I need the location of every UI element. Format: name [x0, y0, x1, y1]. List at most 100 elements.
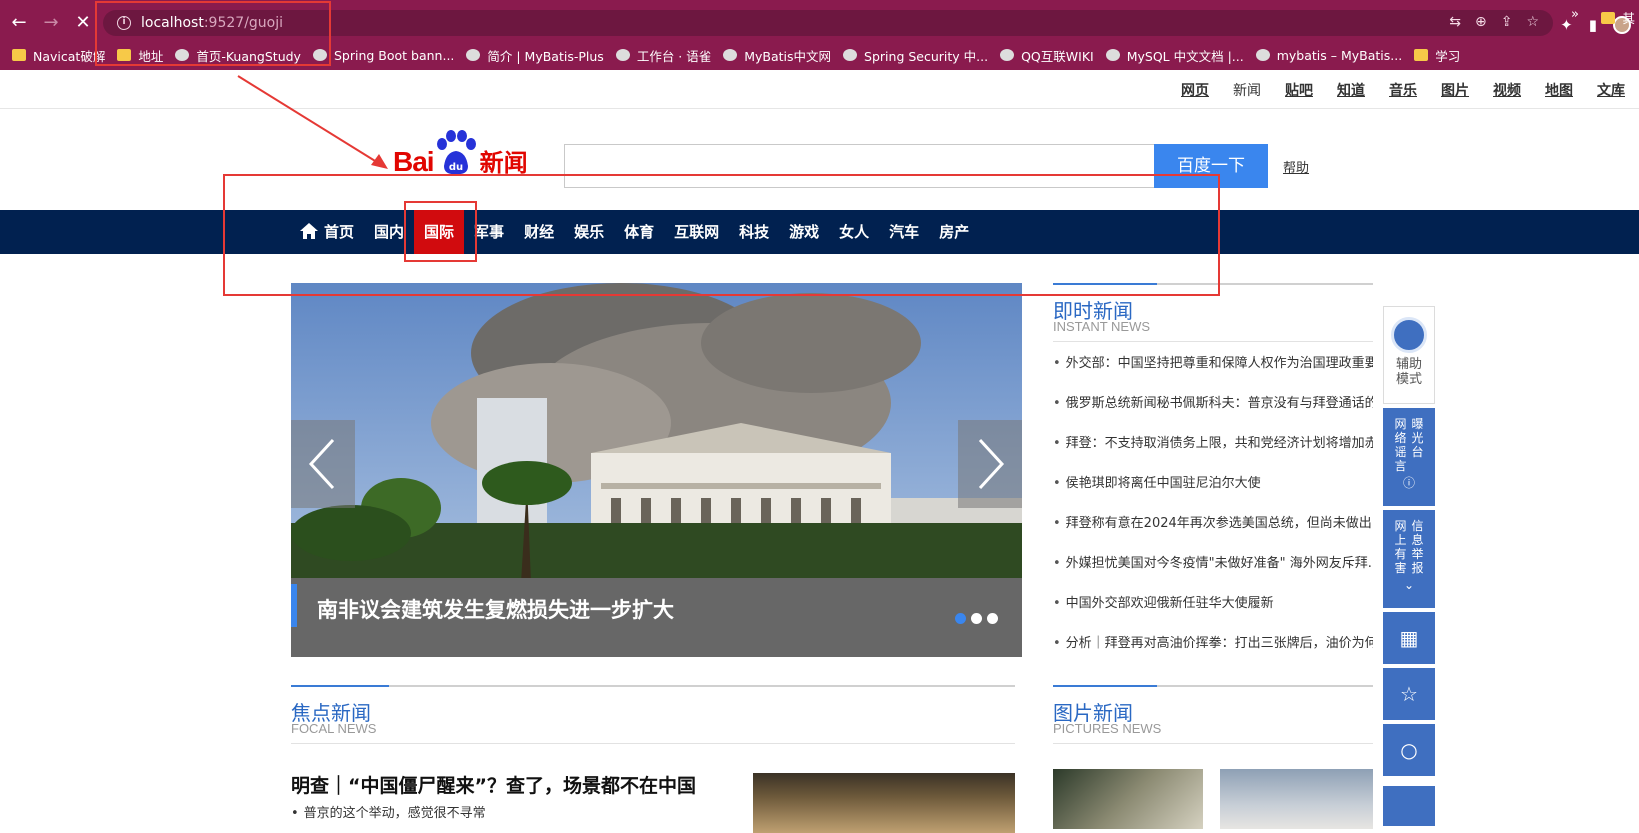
share-icon[interactable]: ⇪: [1501, 14, 1513, 30]
top-link[interactable]: 网页: [1181, 80, 1209, 100]
instant-news-item[interactable]: 拜登：不支持取消债务上限，共和党经济计划将增加赤: [1053, 431, 1373, 471]
bookmark-item[interactable]: MySQL 中文文档 |...: [1105, 46, 1244, 65]
bookmark-item[interactable]: 工作台 · 语雀: [615, 46, 711, 65]
section-subtitle: FOCAL NEWS: [291, 721, 377, 736]
channel-tab[interactable]: 房产: [929, 210, 979, 254]
site-info-icon[interactable]: i: [117, 16, 131, 30]
paw-icon: du: [434, 130, 478, 178]
slider-dot[interactable]: [987, 613, 998, 624]
channel-tab[interactable]: 国际: [414, 210, 465, 254]
chevron-left-icon: [308, 438, 335, 490]
back-icon[interactable]: ←: [6, 10, 32, 36]
help-link[interactable]: 帮助: [1283, 157, 1309, 176]
channel-tab[interactable]: 互联网: [664, 210, 729, 254]
address-bar[interactable]: i localhost:9527/guoji ⇆ ⊕ ⇪ ☆: [103, 10, 1553, 36]
channel-tab[interactable]: 游戏: [779, 210, 829, 254]
bookmark-item[interactable]: 地址: [117, 46, 163, 65]
side-panel-icon[interactable]: ▮: [1589, 16, 1597, 34]
site-favicon-icon: [1000, 49, 1015, 61]
picture-news-thumb[interactable]: [1053, 769, 1203, 829]
harmful-label-right: 信息举报: [1411, 519, 1424, 575]
search-button[interactable]: 百度一下: [1154, 144, 1268, 188]
top-link[interactable]: 音乐: [1389, 80, 1417, 100]
channel-tab[interactable]: 体育: [614, 210, 664, 254]
instant-news-item[interactable]: 拜登称有意在2024年再次参选美国总统，但尚未做出...: [1053, 511, 1373, 551]
channel-tab[interactable]: 女人: [829, 210, 879, 254]
help-tool-button[interactable]: [1383, 786, 1435, 826]
qr-code-button[interactable]: ▦: [1383, 612, 1435, 664]
rumor-report-button[interactable]: 网络谣言 曝光台 ⓘ: [1383, 408, 1435, 506]
bookmark-item[interactable]: Navicat破解: [12, 46, 105, 65]
omnibox-actions: ⇆ ⊕ ⇪ ☆: [1449, 14, 1539, 30]
top-link[interactable]: 知道: [1337, 80, 1365, 100]
channel-label: 互联网: [674, 223, 720, 241]
instant-news-item[interactable]: 分析｜拜登再对高油价挥拳：打出三张牌后，油价为何: [1053, 631, 1373, 655]
top-link[interactable]: 视频: [1493, 80, 1521, 100]
bookmarks-overflow-icon[interactable]: »: [1571, 7, 1579, 22]
instant-news-item[interactable]: 外交部：中国坚持把尊重和保障人权作为治国理政重要: [1053, 351, 1373, 391]
forward-icon[interactable]: →: [38, 10, 64, 36]
focal-headline[interactable]: 明查｜“中国僵尸醒来”？查了，场景都不在中国: [291, 771, 696, 798]
channel-tab[interactable]: 科技: [729, 210, 779, 254]
instant-news-item[interactable]: 外媒担忧美国对今冬疫情"未做好准备" 海外网友斥拜...: [1053, 551, 1373, 591]
channel-tab[interactable]: 军事: [464, 210, 514, 254]
channel-nav: 首页 国内 国际 军事 财经 娱乐 体育 互联网 科技 游戏 女人 汽车 房产: [0, 210, 1639, 254]
channel-label: 娱乐: [574, 223, 605, 241]
address-url[interactable]: localhost:9527/guoji: [141, 15, 283, 31]
slide-caption[interactable]: 南非议会建筑发生复燃损失进一步扩大: [317, 594, 674, 624]
top-link[interactable]: 贴吧: [1285, 80, 1313, 100]
bookmark-folder-other[interactable]: 其: [1601, 8, 1635, 27]
channel-tab[interactable]: 首页: [290, 210, 364, 254]
translate-icon[interactable]: ⇆: [1449, 14, 1461, 30]
focal-sub-item[interactable]: 普京的这个举动，感觉很不寻常: [291, 802, 486, 821]
bookmark-label: QQ互联WIKI: [1021, 48, 1094, 64]
bookmark-label: 简介 | MyBatis-Plus: [487, 48, 604, 64]
channel-tab[interactable]: 财经: [514, 210, 564, 254]
channel-tab[interactable]: 汽车: [879, 210, 929, 254]
instant-news-item[interactable]: 俄罗斯总统新闻秘书佩斯科夫：普京没有与拜登通话的: [1053, 391, 1373, 431]
channel-label: 体育: [624, 223, 655, 241]
slider-dot[interactable]: [955, 613, 966, 624]
bookmark-label: Navicat破解: [33, 48, 106, 64]
bookmark-item[interactable]: Spring Boot bann...: [312, 48, 454, 63]
slider-prev-button[interactable]: [291, 420, 355, 508]
bookmark-item[interactable]: 简介 | MyBatis-Plus: [466, 46, 604, 65]
accessibility-mode-button[interactable]: 辅助模式: [1383, 306, 1435, 404]
section-subtitle: INSTANT NEWS: [1053, 319, 1151, 334]
bookmark-label: 学习: [1435, 48, 1461, 64]
bookmark-item[interactable]: mybatis – MyBatis...: [1255, 48, 1402, 63]
chevron-down-icon: ⌄: [1403, 578, 1415, 592]
bookmark-item[interactable]: MyBatis中文网: [723, 46, 831, 65]
top-link[interactable]: 地图: [1545, 80, 1573, 100]
channel-tab[interactable]: 娱乐: [564, 210, 614, 254]
bookmark-item[interactable]: 学习: [1414, 46, 1460, 65]
search-tool-button[interactable]: ○: [1383, 724, 1435, 776]
focal-news-image[interactable]: [753, 773, 1015, 833]
baidu-news-logo[interactable]: Bai du 新闻: [393, 130, 528, 178]
bookmarks-bar: Navicat破解 地址 首页-KuangStudy Spring Boot bann…: [0, 40, 1639, 70]
channel-label: 科技: [739, 223, 770, 241]
star-icon[interactable]: ☆: [1526, 14, 1539, 30]
bookmark-label: 其: [1622, 11, 1635, 26]
harmful-info-report-button[interactable]: 网上有害 信息举报 ⌄: [1383, 510, 1435, 608]
browser-toolbar: ← → ✕ i localhost:9527/guoji ⇆ ⊕ ⇪ ☆ ✦ ▮: [0, 6, 1639, 40]
instant-news-item[interactable]: 侯艳琪即将离任中国驻尼泊尔大使: [1053, 471, 1373, 511]
bookmark-item[interactable]: 首页-KuangStudy: [175, 46, 301, 65]
stop-loading-icon[interactable]: ✕: [70, 10, 96, 36]
bookmark-item[interactable]: QQ互联WIKI: [1000, 46, 1094, 65]
slider-dots: [955, 613, 998, 624]
top-link[interactable]: 图片: [1441, 80, 1469, 100]
top-link[interactable]: 文库: [1597, 80, 1625, 100]
channel-tab[interactable]: 国内: [364, 210, 414, 254]
picture-news-thumb[interactable]: [1220, 769, 1373, 829]
slider-dot[interactable]: [971, 613, 982, 624]
channel-label: 房产: [939, 223, 970, 241]
zoom-icon[interactable]: ⊕: [1475, 14, 1487, 30]
slider-next-button[interactable]: [958, 420, 1022, 508]
instant-news-item[interactable]: 中国外交部欢迎俄新任驻华大使履新: [1053, 591, 1373, 631]
top-link[interactable]: 新闻: [1233, 80, 1261, 100]
headline-slider[interactable]: 南非议会建筑发生复燃损失进一步扩大: [291, 283, 1022, 657]
favorite-button[interactable]: ☆: [1383, 668, 1435, 720]
search-input[interactable]: [564, 144, 1155, 188]
bookmark-item[interactable]: Spring Security 中...: [843, 46, 988, 65]
